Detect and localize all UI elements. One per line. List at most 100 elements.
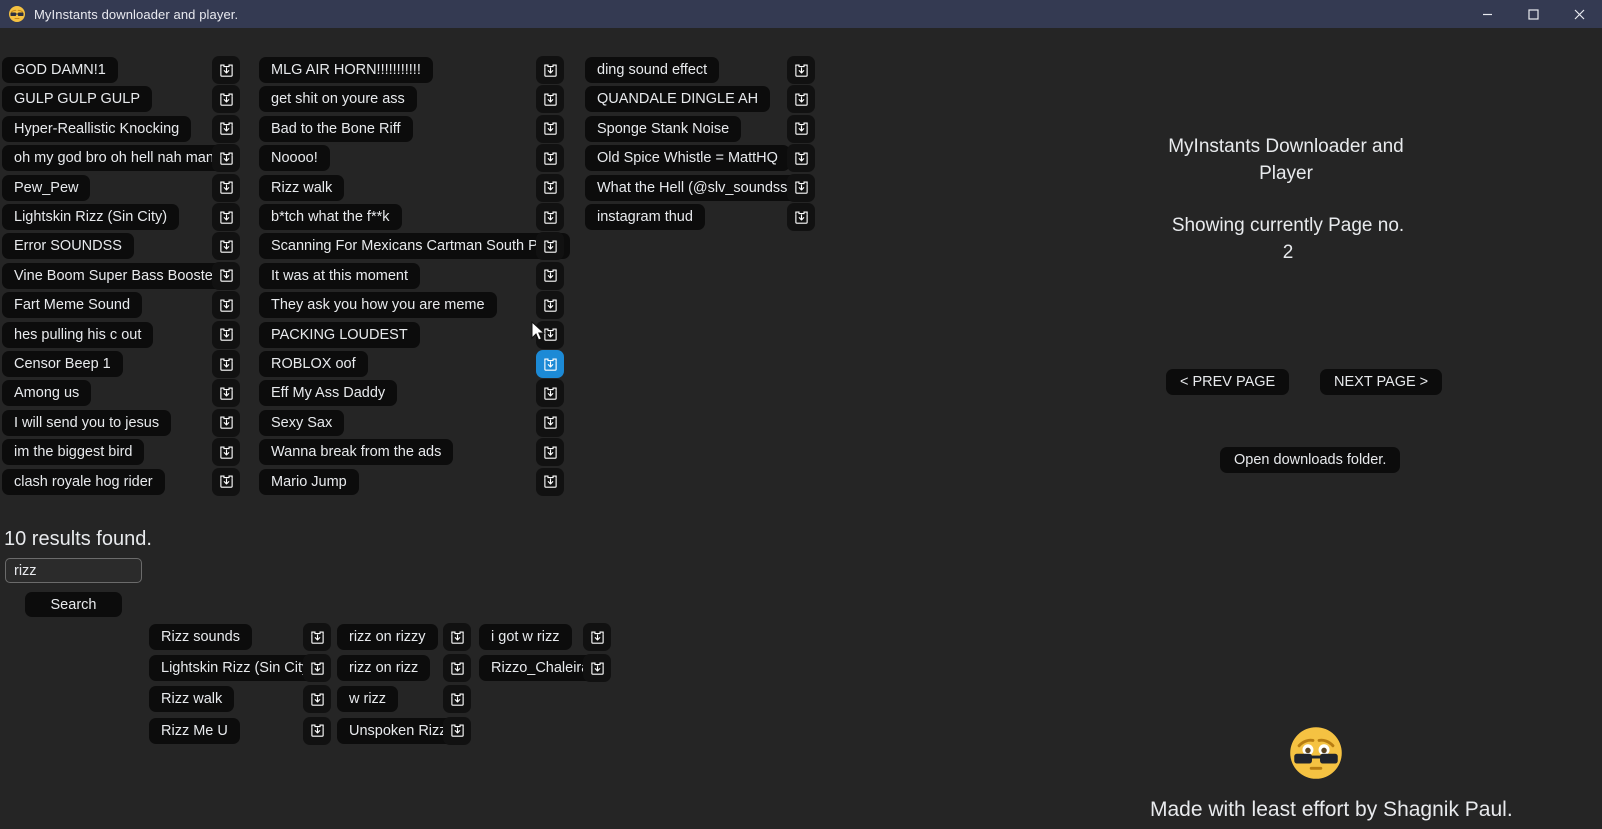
download-tray-icon[interactable] [212, 350, 240, 378]
download-tray-icon[interactable] [303, 654, 331, 683]
sound-button[interactable]: Wanna break from the ads [259, 439, 454, 466]
download-tray-icon[interactable] [212, 379, 240, 408]
sound-button[interactable]: oh my god bro oh hell nah man [2, 145, 226, 172]
sound-button[interactable]: ROBLOX oof [259, 351, 368, 377]
sound-button[interactable]: ding sound effect [585, 57, 720, 83]
download-tray-icon[interactable] [536, 261, 564, 290]
sound-button[interactable]: Pew_Pew [2, 174, 91, 201]
sound-button[interactable]: What the Hell (@slv_soundss) [585, 174, 805, 201]
sound-button[interactable]: Fart Meme Sound [2, 292, 143, 319]
download-tray-icon[interactable] [583, 623, 611, 651]
minimize-icon[interactable] [1464, 0, 1510, 28]
search-result-button[interactable]: Lightskin Rizz (Sin City) [149, 655, 327, 682]
download-tray-icon[interactable] [536, 350, 564, 378]
download-tray-icon[interactable] [212, 467, 240, 496]
sound-button[interactable]: Bad to the Bone Riff [259, 115, 413, 142]
download-tray-icon[interactable] [212, 56, 240, 84]
download-tray-icon[interactable] [212, 114, 240, 143]
download-tray-icon[interactable] [536, 408, 564, 437]
sound-button[interactable]: Hyper-Reallistic Knocking [2, 115, 192, 142]
download-tray-icon[interactable] [443, 685, 471, 714]
download-tray-icon[interactable] [536, 379, 564, 408]
close-icon[interactable] [1556, 0, 1602, 28]
download-tray-icon[interactable] [536, 232, 564, 261]
sound-button[interactable]: Among us [2, 380, 92, 407]
sound-button[interactable]: PACKING LOUDEST [259, 321, 420, 348]
download-tray-icon[interactable] [536, 320, 564, 349]
download-tray-icon[interactable] [787, 203, 815, 231]
download-tray-icon[interactable] [212, 232, 240, 261]
download-tray-icon[interactable] [787, 173, 815, 202]
search-input[interactable] [5, 558, 142, 583]
sound-button[interactable]: Sponge Stank Noise [585, 115, 742, 142]
download-tray-icon[interactable] [787, 114, 815, 143]
download-tray-icon[interactable] [212, 408, 240, 437]
download-tray-icon[interactable] [212, 173, 240, 202]
search-result-button[interactable]: w rizz [337, 686, 399, 713]
prev-page-button[interactable]: < PREV PAGE [1166, 369, 1290, 395]
sound-button[interactable]: They ask you how you are meme [259, 292, 497, 319]
sound-button[interactable]: Vine Boom Super Bass Boosted [2, 262, 233, 289]
sound-button[interactable]: Error SOUNDSS [2, 233, 134, 260]
sound-button[interactable]: GOD DAMN!1 [2, 57, 118, 83]
sound-button[interactable]: Eff My Ass Daddy [259, 380, 398, 407]
download-tray-icon[interactable] [536, 438, 564, 467]
sound-button[interactable]: b*tch what the f**k [259, 204, 402, 230]
download-tray-icon[interactable] [443, 623, 471, 651]
download-tray-icon[interactable] [536, 173, 564, 202]
download-tray-icon[interactable] [787, 144, 815, 173]
sound-button[interactable]: Old Spice Whistle = MattHQ [585, 145, 790, 172]
sound-button[interactable]: Rizz walk [259, 174, 345, 201]
sound-button[interactable]: instagram thud [585, 204, 705, 230]
search-result-button[interactable]: Rizz walk [149, 686, 235, 713]
sound-button[interactable]: QUANDALE DINGLE AH [585, 86, 771, 113]
sound-button[interactable]: Lightskin Rizz (Sin City) [2, 204, 180, 230]
sound-button[interactable]: clash royale hog rider [2, 468, 165, 495]
download-tray-icon[interactable] [212, 261, 240, 290]
search-result-button[interactable]: Rizz sounds [149, 624, 252, 650]
download-tray-icon[interactable] [212, 438, 240, 467]
download-tray-icon[interactable] [583, 654, 611, 683]
maximize-icon[interactable] [1510, 0, 1556, 28]
download-tray-icon[interactable] [212, 203, 240, 231]
sound-button[interactable]: It was at this moment [259, 262, 420, 289]
download-tray-icon[interactable] [212, 85, 240, 114]
search-result-button[interactable]: rizz on rizzy [337, 624, 438, 650]
download-tray-icon[interactable] [303, 685, 331, 714]
download-tray-icon[interactable] [787, 85, 815, 114]
sound-button[interactable]: I will send you to jesus [2, 409, 172, 436]
download-tray-icon[interactable] [443, 716, 471, 745]
next-page-button[interactable]: NEXT PAGE > [1320, 369, 1443, 395]
page-status: Showing currently Page no. 2 [1171, 215, 1405, 263]
download-tray-icon[interactable] [536, 291, 564, 320]
search-result-button[interactable]: rizz on rizz [337, 655, 431, 682]
sound-button[interactable]: Noooo! [259, 145, 330, 172]
download-tray-icon[interactable] [212, 291, 240, 320]
search-result-button[interactable]: i got w rizz [479, 624, 572, 650]
sound-button[interactable]: Sexy Sax [259, 409, 345, 436]
sound-button[interactable]: Mario Jump [259, 468, 359, 495]
sound-button[interactable]: im the biggest bird [2, 439, 145, 466]
sound-button[interactable]: GULP GULP GULP [2, 86, 152, 113]
download-tray-icon[interactable] [536, 467, 564, 496]
sound-button[interactable]: hes pulling his c out [2, 321, 154, 348]
search-result-button[interactable]: Rizz Me U [149, 717, 240, 744]
open-downloads-folder-button[interactable]: Open downloads folder. [1220, 447, 1401, 473]
search-button[interactable]: Search [25, 592, 122, 617]
download-tray-icon[interactable] [212, 144, 240, 173]
sound-button[interactable]: Censor Beep 1 [2, 351, 123, 377]
sound-button[interactable]: MLG AIR HORN!!!!!!!!!!! [259, 57, 433, 83]
download-tray-icon[interactable] [212, 320, 240, 349]
download-tray-icon[interactable] [536, 114, 564, 143]
search-result-button[interactable]: Unspoken Rizz [337, 717, 459, 744]
download-tray-icon[interactable] [303, 716, 331, 745]
download-tray-icon[interactable] [303, 623, 331, 651]
sound-button[interactable]: get shit on youre ass [259, 86, 417, 113]
download-tray-icon[interactable] [443, 654, 471, 683]
download-tray-icon[interactable] [787, 56, 815, 84]
sound-button[interactable]: Scanning For Mexicans Cartman South Park [259, 233, 570, 260]
download-tray-icon[interactable] [536, 85, 564, 114]
download-tray-icon[interactable] [536, 56, 564, 84]
download-tray-icon[interactable] [536, 203, 564, 231]
download-tray-icon[interactable] [536, 144, 564, 173]
